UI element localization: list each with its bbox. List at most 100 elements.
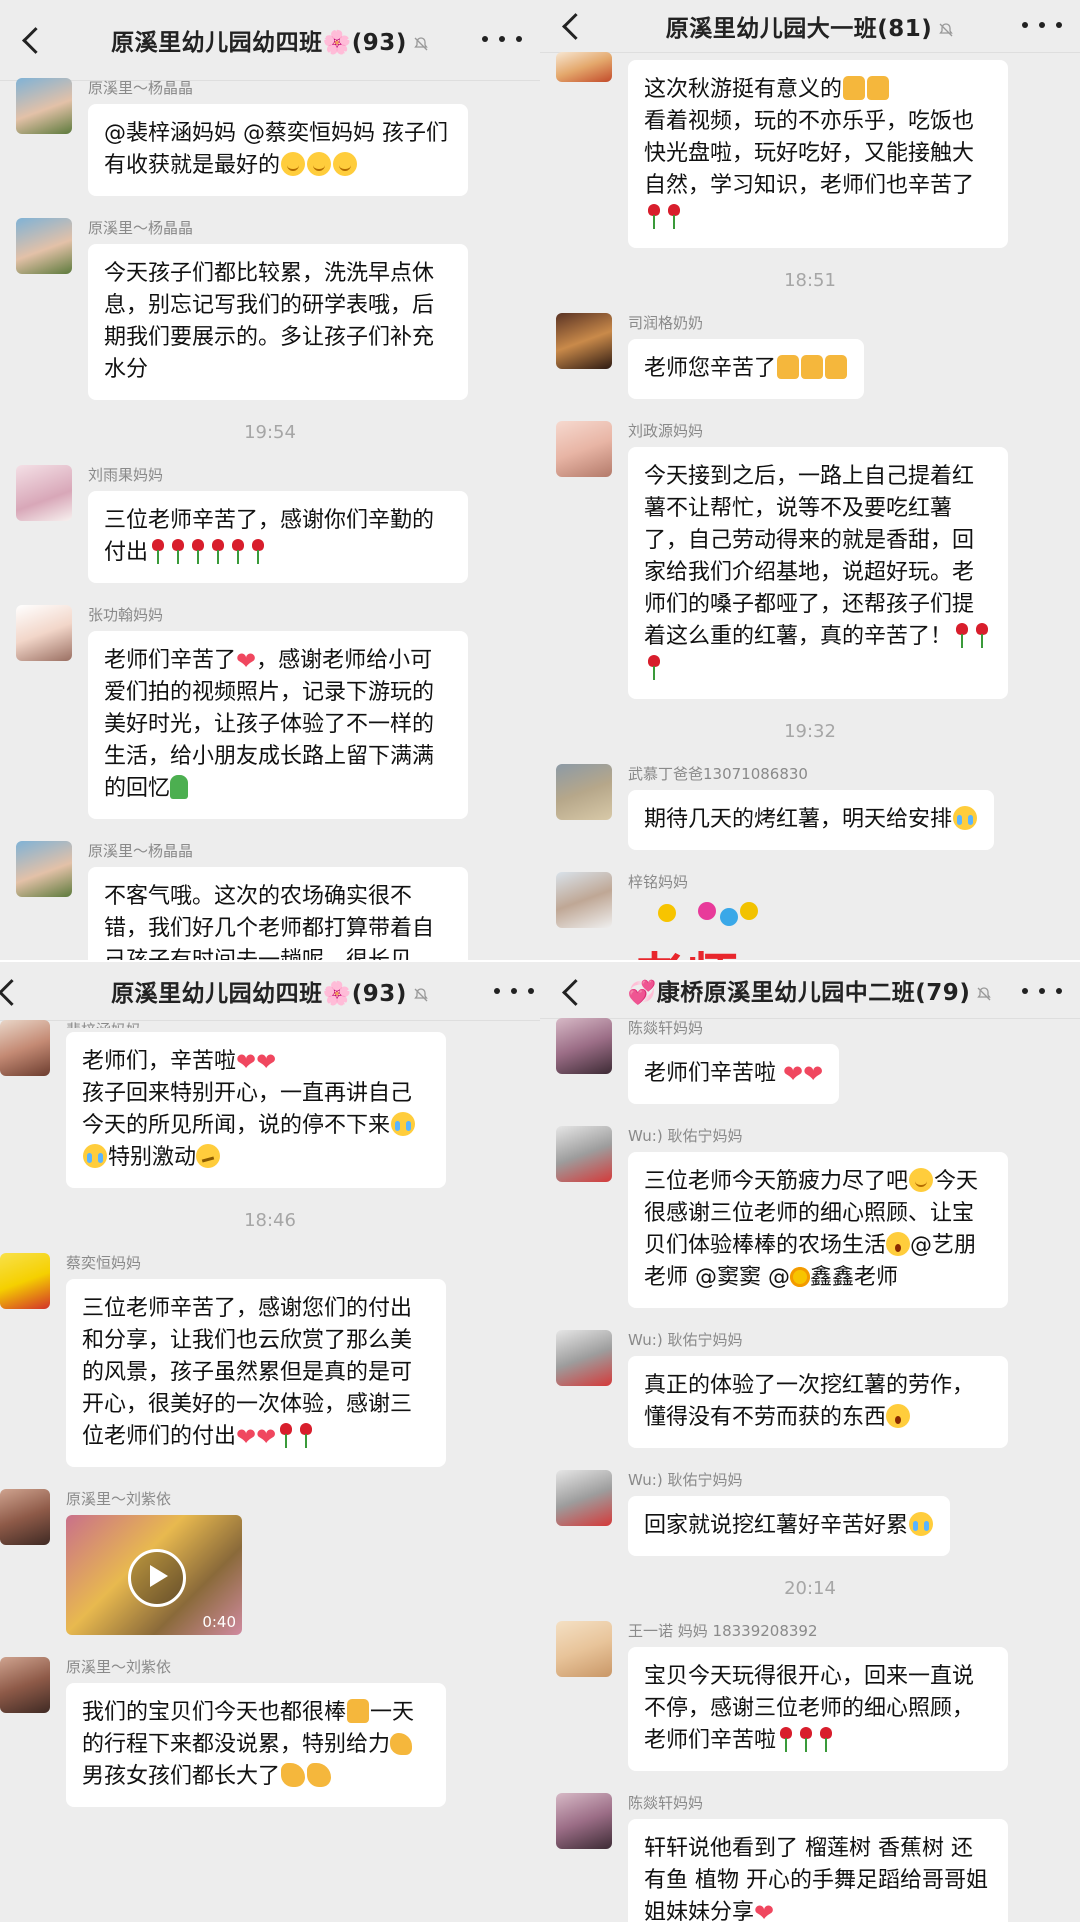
sender-name: Wu:) 耿佑宁妈妈	[628, 1331, 743, 1349]
chat-message: 原溪里～杨晶晶 今天孩子们都比较累，洗洗早点休息，别忘记写我们的研学表哦，后期我…	[0, 218, 540, 400]
message-text: 三位老师今天筋疲力尽了吧	[644, 1169, 909, 1194]
sender-name: 张功翰妈妈	[88, 606, 164, 624]
laugh-cry-emoji-icon	[391, 1112, 416, 1136]
message-text: 老师们，辛苦啦	[82, 1049, 237, 1074]
back-icon[interactable]	[18, 22, 48, 58]
message-text: 看着视频，玩的不亦乐乎，吃饭也快光盘啦，玩好吃好，又能接触大自然，学习知识，老师…	[644, 109, 975, 198]
heart-emoji-icon: ❤	[236, 647, 257, 675]
avatar[interactable]	[16, 465, 72, 521]
chat-header: 原溪里幼儿园幼四班🌸(93)	[0, 0, 540, 81]
smile-emoji-icon	[333, 152, 358, 176]
group-title-text: 💞康桥原溪里幼儿园中二班(79)	[627, 980, 971, 1006]
avatar[interactable]	[556, 421, 612, 477]
thinking-emoji-icon	[196, 1144, 221, 1168]
more-options-icon[interactable]	[482, 24, 522, 54]
avatar[interactable]	[556, 872, 612, 928]
message-bubble[interactable]: 老师们辛苦了❤，感谢老师给小可爱们拍的视频照片，记录下游玩的美好时光，让孩子体验…	[88, 631, 468, 819]
message-bubble[interactable]: 轩轩说他看到了 榴莲树 香蕉树 还有鱼 植物 开心的手舞足蹈给哥哥姐姐妹妹分享❤	[628, 1819, 1008, 1922]
message-bubble[interactable]: 老师们，辛苦啦❤❤ 孩子回来特别开心，一直再讲自己今天的所见所闻，说的停不下来特别…	[66, 1032, 446, 1188]
rose-emoji-icon	[955, 623, 969, 649]
message-bubble[interactable]: 三位老师今天筋疲力尽了吧 今天很感谢三位老师的细心照顾、让宝贝们体验棒棒的农场生活…	[628, 1152, 1008, 1308]
surprised-emoji-icon	[886, 1232, 911, 1256]
avatar[interactable]	[0, 1253, 50, 1309]
avatar[interactable]	[0, 1020, 50, 1076]
message-bubble[interactable]: 老师您辛苦了	[628, 339, 865, 399]
chat-message: 梓铭妈妈 老师	[540, 872, 1080, 960]
laugh-cry-emoji-icon	[909, 1512, 934, 1536]
message-bubble[interactable]: 真正的体验了一次挖红薯的劳作，懂得没有不劳而获的东西	[628, 1356, 1008, 1448]
heart-emoji-icon: ❤❤	[236, 1423, 277, 1451]
message-text: 老师们辛苦啦	[644, 1061, 777, 1086]
back-icon[interactable]	[0, 974, 24, 1010]
message-bubble[interactable]: 不客气哦。这次的农场确实很不错，我们好几个老师都打算带着自己孩子有时间去一趟呢，…	[88, 867, 468, 960]
message-bubble[interactable]: 三位老师辛苦了，感谢您们的付出和分享，让我们也云欣赏了那么美的风景，孩子虽然累但…	[66, 1279, 446, 1467]
message-text: @裴梓涵妈妈 @蔡奕恒妈妈 孩子们有收获就是最好的	[104, 121, 448, 178]
avatar[interactable]	[16, 605, 72, 661]
chat-message: Wu:) 耿佑宁妈妈 真正的体验了一次挖红薯的劳作，懂得没有不劳而获的东西	[540, 1330, 1080, 1448]
chat-message: 原溪里～杨晶晶 @裴梓涵妈妈 @蔡奕恒妈妈 孩子们有收获就是最好的	[0, 78, 540, 196]
avatar[interactable]	[556, 764, 612, 820]
sender-name: 梓铭妈妈	[628, 873, 689, 891]
thumbs-up-emoji-icon	[843, 76, 866, 100]
message-bubble[interactable]: 我们的宝贝们今天也都很棒 一天的行程下来都没说累，特别给力男孩女孩们都长大了	[66, 1683, 446, 1807]
group-title-text: 原溪里幼儿园幼四班🌸(93)	[111, 981, 407, 1007]
message-bubble[interactable]: 期待几天的烤红薯，明天给安排	[628, 790, 995, 850]
avatar[interactable]	[0, 1657, 50, 1713]
message-text: 真正的体验了一次挖红薯的劳作，懂得没有不劳而获的东西	[644, 1373, 975, 1430]
more-options-icon[interactable]	[1022, 10, 1062, 40]
sender-name: 蔡奕恒妈妈	[66, 1254, 142, 1272]
chat-message: 刘政源妈妈 今天接到之后，一路上自己提着红薯不让帮忙，说等不及要吃红薯了，自己劳…	[540, 421, 1080, 699]
avatar[interactable]	[556, 1470, 612, 1526]
avatar[interactable]	[556, 1621, 612, 1677]
avatar[interactable]	[556, 1126, 612, 1182]
bicep-emoji-icon	[390, 1733, 413, 1755]
message-bubble[interactable]: 今天接到之后，一路上自己提着红薯不让帮忙，说等不及要吃红薯了，自己劳动得来的就是…	[628, 447, 1008, 699]
avatar[interactable]	[16, 841, 72, 897]
chat-message: 王一诺 妈妈 18339208392 宝贝今天玩得很开心，回来一直说不停，感谢三…	[540, 1621, 1080, 1771]
avatar[interactable]	[556, 1018, 612, 1074]
rose-emoji-icon	[819, 1727, 833, 1753]
avatar[interactable]	[556, 1793, 612, 1849]
surprised-emoji-icon	[886, 1404, 911, 1428]
sender-name: 司润格奶奶	[628, 314, 704, 332]
avatar[interactable]	[0, 1489, 50, 1545]
smile-emoji-icon	[307, 152, 332, 176]
sender-name: 武慕丁爸爸13071086830	[628, 765, 808, 783]
avatar[interactable]	[556, 1330, 612, 1386]
more-options-icon[interactable]	[494, 976, 534, 1006]
rose-emoji-icon	[975, 623, 989, 649]
sender-name: Wu:) 耿佑宁妈妈	[628, 1471, 743, 1489]
message-text: 孩子回来特别开心，一直再讲自己今天的所见所闻，说的停不下来	[82, 1081, 413, 1138]
timestamp: 19:54	[244, 422, 296, 443]
message-bubble[interactable]: 回家就说挖红薯好辛苦好累	[628, 1496, 951, 1556]
balloon-icon	[720, 908, 738, 926]
avatar[interactable]	[16, 78, 72, 134]
sticker-image[interactable]: 老师	[628, 898, 808, 960]
message-text: 老师您辛苦了	[644, 356, 777, 381]
group-title-text: 原溪里幼儿园大一班(81)	[665, 16, 933, 42]
message-bubble[interactable]: 老师们辛苦啦 ❤❤	[628, 1044, 840, 1104]
sticker-text: 老师	[632, 936, 740, 960]
avatar[interactable]	[16, 218, 72, 274]
play-icon[interactable]	[128, 1549, 186, 1607]
avatar[interactable]	[556, 52, 612, 82]
mute-bell-icon	[414, 36, 428, 50]
back-icon[interactable]	[558, 974, 588, 1010]
message-text: 这次秋游挺有意义的	[644, 77, 843, 102]
thumbs-up-emoji-icon	[867, 76, 890, 100]
back-icon[interactable]	[558, 8, 588, 44]
sender-name: 原溪里～刘紫依	[66, 1658, 172, 1676]
message-bubble[interactable]: 今天孩子们都比较累，洗洗早点休息，别忘记写我们的研学表哦，后期我们要展示的。多让…	[88, 244, 468, 400]
avatar[interactable]	[556, 313, 612, 369]
video-message[interactable]: 0:40	[66, 1515, 242, 1635]
chat-header: 💞康桥原溪里幼儿园中二班(79)	[540, 962, 1080, 1019]
message-bubble[interactable]: @裴梓涵妈妈 @蔡奕恒妈妈 孩子们有收获就是最好的	[88, 104, 468, 196]
sender-name: 原溪里～杨晶晶	[88, 79, 194, 97]
message-bubble[interactable]: 这次秋游挺有意义的看着视频，玩的不亦乐乎，吃饭也快光盘啦，玩好吃好，又能接触大自…	[628, 60, 1008, 248]
message-bubble[interactable]: 宝贝今天玩得很开心，回来一直说不停，感谢三位老师的细心照顾，老师们辛苦啦	[628, 1647, 1008, 1771]
message-bubble[interactable]: 三位老师辛苦了，感谢你们辛勤的付出	[88, 491, 468, 583]
rose-emoji-icon	[647, 655, 661, 681]
thumbs-up-emoji-icon	[825, 355, 848, 379]
more-options-icon[interactable]	[1022, 976, 1062, 1006]
chat-message: 陈燚轩妈妈 轩轩说他看到了 榴莲树 香蕉树 还有鱼 植物 开心的手舞足蹈给哥哥姐…	[540, 1793, 1080, 1922]
